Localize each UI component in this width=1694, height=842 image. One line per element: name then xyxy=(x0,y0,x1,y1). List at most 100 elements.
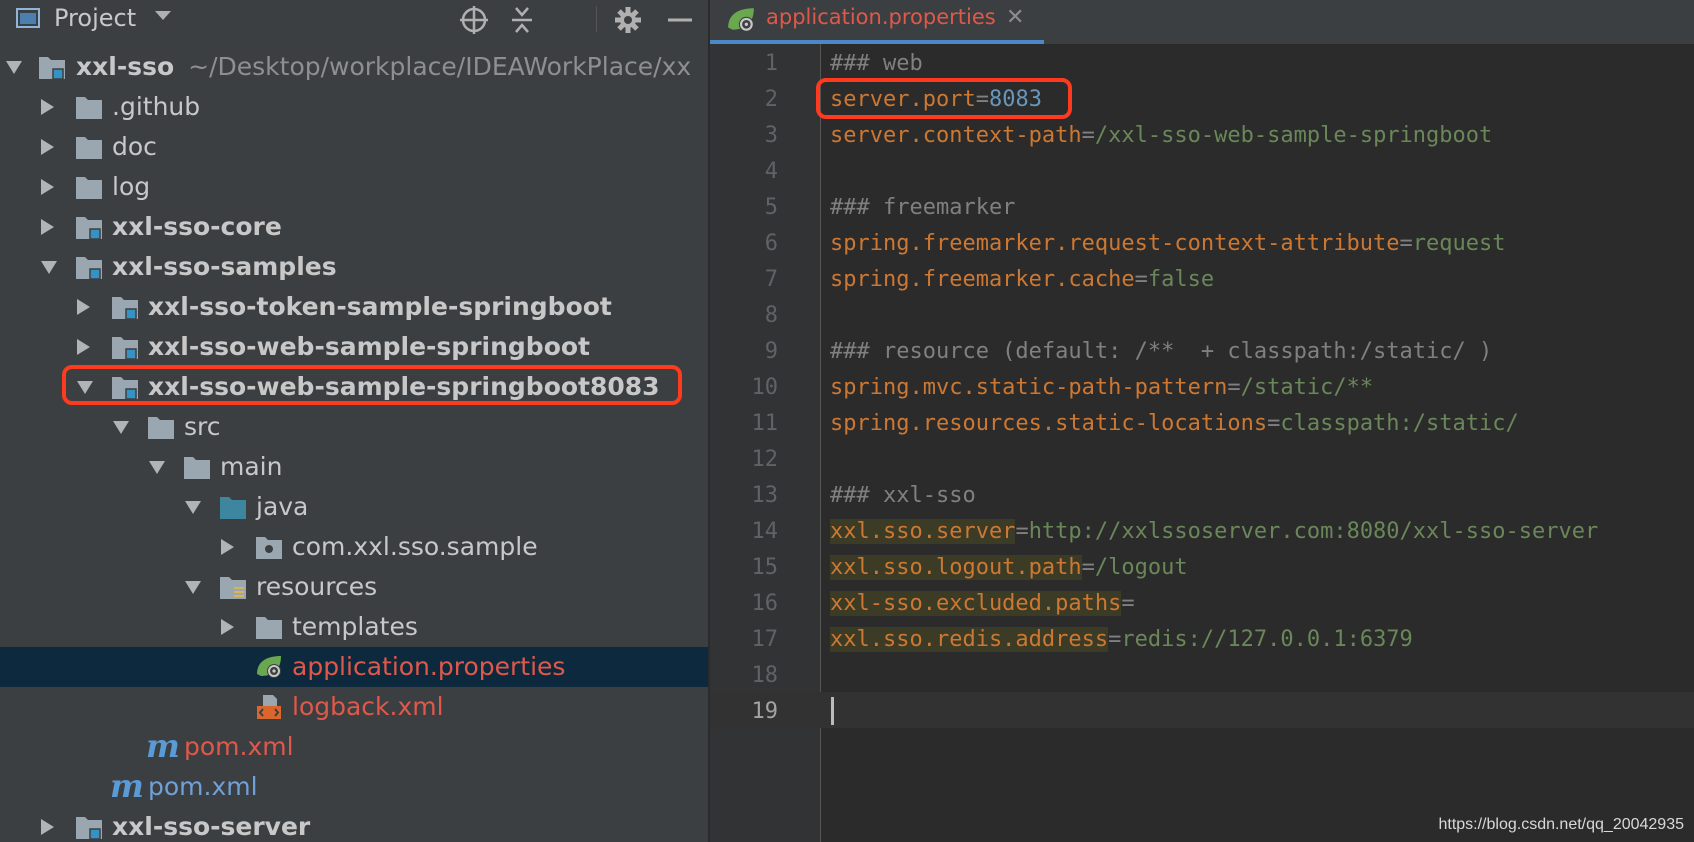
expand-arrow-icon[interactable] xyxy=(185,501,201,514)
code-line[interactable]: xxl.sso.logout.path=/logout xyxy=(830,550,1188,586)
collapse-all-icon[interactable] xyxy=(506,4,538,36)
spring-properties-icon xyxy=(257,656,281,678)
property-key: xxl.sso.redis.address xyxy=(830,627,1109,652)
property-value: /logout xyxy=(1094,555,1188,580)
property-value: /xxl-sso-web-sample-springboot xyxy=(1094,123,1493,148)
tab-application-properties[interactable]: application.properties ✕ xyxy=(710,0,1044,44)
tree-item-label: pom.xml xyxy=(184,732,294,761)
tree-item-token-sample[interactable]: xxl-sso-token-sample-springboot xyxy=(0,287,708,327)
property-value: http://xxlssoserver.com:8080/xxl-sso-ser… xyxy=(1028,519,1599,544)
property-key: xxl.sso.server xyxy=(830,519,1016,544)
line-number: 4 xyxy=(764,159,778,184)
tree-item-samples-pom[interactable]: m pom.xml xyxy=(0,767,708,807)
project-window-icon xyxy=(16,8,40,28)
tree-item-doc[interactable]: doc xyxy=(0,127,708,167)
line-number: 3 xyxy=(764,123,778,148)
expand-arrow-icon[interactable] xyxy=(6,61,22,74)
close-icon[interactable]: ✕ xyxy=(1006,3,1024,33)
text-cursor xyxy=(831,697,834,725)
code-line[interactable]: spring.resources.static-locations=classp… xyxy=(830,406,1519,442)
chevron-down-icon[interactable] xyxy=(154,10,172,22)
tree-item-src[interactable]: src xyxy=(0,407,708,447)
code-line[interactable]: spring.freemarker.request-context-attrib… xyxy=(830,226,1506,262)
line-number: 8 xyxy=(764,303,778,328)
line-number: 10 xyxy=(751,375,779,400)
tree-item-xxl-sso-core[interactable]: xxl-sso-core xyxy=(0,207,708,247)
code-line[interactable]: ### resource (default: /** + classpath:/… xyxy=(830,334,1492,370)
code-line[interactable]: xxl.sso.server=http://xxlssoserver.com:8… xyxy=(830,514,1598,550)
locate-file-icon[interactable] xyxy=(458,4,490,36)
line-number: 7 xyxy=(764,267,778,292)
tree-item-web-sample[interactable]: xxl-sso-web-sample-springboot xyxy=(0,327,708,367)
expand-arrow-icon[interactable] xyxy=(221,619,234,635)
tree-item-label: src xyxy=(184,412,221,441)
project-view-selector[interactable]: Project xyxy=(54,3,136,33)
code-line[interactable]: ### web xyxy=(830,46,923,82)
tree-item-main[interactable]: main xyxy=(0,447,708,487)
code-line[interactable]: server.context-path=/xxl-sso-web-sample-… xyxy=(830,118,1492,154)
tree-item-label: logback.xml xyxy=(292,692,444,721)
expand-arrow-icon[interactable] xyxy=(77,299,90,315)
tree-item-label: .github xyxy=(112,92,201,121)
code-line[interactable]: ### xxl-sso xyxy=(830,478,976,514)
code-line[interactable]: xxl.sso.redis.address=redis://127.0.0.1:… xyxy=(830,622,1413,658)
tree-item-xxl-sso-server[interactable]: xxl-sso-server xyxy=(0,807,708,842)
tree-item-templates[interactable]: templates xyxy=(0,607,708,647)
editor-tab-bar: application.properties ✕ xyxy=(710,0,1694,44)
package-icon xyxy=(256,537,282,559)
tree-item-github[interactable]: .github xyxy=(0,87,708,127)
tab-label: application.properties xyxy=(766,5,996,29)
expand-arrow-icon[interactable] xyxy=(41,179,54,195)
module-folder-icon xyxy=(39,57,65,80)
tree-item-label: xxl-sso-server xyxy=(112,812,311,841)
folder-icon xyxy=(76,177,102,199)
property-key: xxl.sso.logout.path xyxy=(830,555,1082,580)
editor-pane: application.properties ✕ 1 2 3 4 5 6 7 8… xyxy=(710,0,1694,842)
tree-item-label: main xyxy=(220,452,283,481)
folder-icon xyxy=(148,417,174,439)
expand-arrow-icon[interactable] xyxy=(41,99,54,115)
code-line[interactable]: ### freemarker xyxy=(830,190,1015,226)
expand-arrow-icon[interactable] xyxy=(113,421,129,434)
tree-item-label: doc xyxy=(112,132,157,161)
property-value: request xyxy=(1412,231,1506,256)
highlight-annotation-port xyxy=(816,78,1072,119)
expand-arrow-icon[interactable] xyxy=(41,819,54,835)
tree-item-package[interactable]: com.xxl.sso.sample xyxy=(0,527,708,567)
folder-icon xyxy=(256,617,282,639)
tree-item-label: com.xxl.sso.sample xyxy=(292,532,538,561)
module-folder-icon xyxy=(76,257,102,280)
tree-item-logback[interactable]: logback.xml xyxy=(0,687,708,727)
expand-arrow-icon[interactable] xyxy=(41,261,57,274)
comment: ### xxl-sso xyxy=(830,483,976,508)
tree-item-label: resources xyxy=(256,572,378,601)
expand-arrow-icon[interactable] xyxy=(41,219,54,235)
tree-item-application-properties[interactable]: application.properties xyxy=(0,647,708,687)
tree-item-xxl-sso-samples[interactable]: xxl-sso-samples xyxy=(0,247,708,287)
tree-item-java[interactable]: java xyxy=(0,487,708,527)
spring-properties-icon xyxy=(728,8,754,32)
tree-item-resources[interactable]: resources xyxy=(0,567,708,607)
code-line[interactable]: spring.freemarker.cache=false xyxy=(830,262,1214,298)
minimize-icon[interactable] xyxy=(664,4,696,36)
tree-item-module-pom[interactable]: m pom.xml xyxy=(0,727,708,767)
expand-arrow-icon[interactable] xyxy=(41,139,54,155)
property-key: spring.mvc.static-path-pattern xyxy=(830,375,1228,400)
code-line[interactable]: xxl-sso.excluded.paths= xyxy=(830,586,1135,622)
code-line[interactable]: spring.mvc.static-path-pattern=/static/*… xyxy=(830,370,1373,406)
line-number: 18 xyxy=(751,663,779,688)
expand-arrow-icon[interactable] xyxy=(149,461,165,474)
folder-icon xyxy=(76,97,102,119)
project-path: ~/Desktop/workplace/IDEAWorkPlace/xx xyxy=(188,52,692,81)
comment: ### web xyxy=(830,51,923,76)
expand-arrow-icon[interactable] xyxy=(221,539,234,555)
expand-arrow-icon[interactable] xyxy=(185,581,201,594)
tree-item-log[interactable]: log xyxy=(0,167,708,207)
gear-icon[interactable] xyxy=(612,4,644,36)
tree-item-xxl-sso[interactable]: xxl-sso ~/Desktop/workplace/IDEAWorkPlace… xyxy=(0,47,708,87)
line-number: 2 xyxy=(764,87,778,112)
tree-item-label: xxl-sso-web-sample-springboot xyxy=(148,332,590,361)
line-number: 17 xyxy=(751,627,779,652)
property-value: classpath:/static/ xyxy=(1280,411,1519,436)
expand-arrow-icon[interactable] xyxy=(77,339,90,355)
